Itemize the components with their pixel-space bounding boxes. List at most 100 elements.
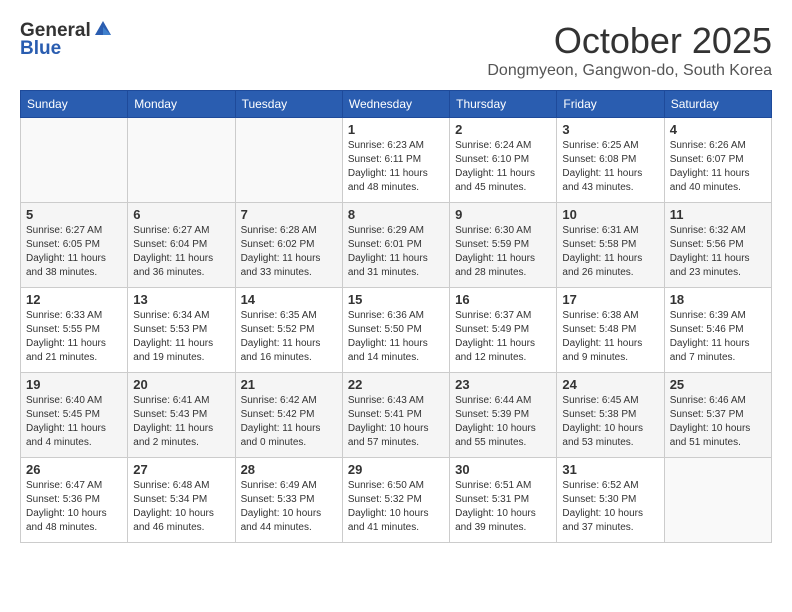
day-number: 23 xyxy=(455,377,551,392)
weekday-header-monday: Monday xyxy=(128,91,235,118)
day-info: Sunrise: 6:44 AM Sunset: 5:39 PM Dayligh… xyxy=(455,394,551,450)
day-info: Sunrise: 6:30 AM Sunset: 5:59 PM Dayligh… xyxy=(455,224,551,280)
calendar-cell: 17 Sunrise: 6:38 AM Sunset: 5:48 PM Dayli… xyxy=(557,288,664,373)
calendar-cell: 22 Sunrise: 6:43 AM Sunset: 5:41 PM Dayli… xyxy=(342,373,449,458)
month-title: October 2025 xyxy=(487,20,772,62)
day-info: Sunrise: 6:41 AM Sunset: 5:43 PM Dayligh… xyxy=(133,394,229,450)
day-number: 22 xyxy=(348,377,444,392)
day-info: Sunrise: 6:35 AM Sunset: 5:52 PM Dayligh… xyxy=(241,309,337,365)
calendar-cell: 24 Sunrise: 6:45 AM Sunset: 5:38 PM Dayli… xyxy=(557,373,664,458)
day-info: Sunrise: 6:45 AM Sunset: 5:38 PM Dayligh… xyxy=(562,394,658,450)
day-number: 26 xyxy=(26,462,122,477)
day-info: Sunrise: 6:50 AM Sunset: 5:32 PM Dayligh… xyxy=(348,479,444,535)
day-info: Sunrise: 6:24 AM Sunset: 6:10 PM Dayligh… xyxy=(455,139,551,195)
day-info: Sunrise: 6:32 AM Sunset: 5:56 PM Dayligh… xyxy=(670,224,766,280)
calendar-cell: 28 Sunrise: 6:49 AM Sunset: 5:33 PM Dayli… xyxy=(235,458,342,543)
day-number: 19 xyxy=(26,377,122,392)
logo-blue-text: Blue xyxy=(20,38,61,60)
day-number: 2 xyxy=(455,122,551,137)
day-info: Sunrise: 6:49 AM Sunset: 5:33 PM Dayligh… xyxy=(241,479,337,535)
title-area: October 2025 Dongmyeon, Gangwon-do, Sout… xyxy=(487,20,772,80)
calendar-cell: 5 Sunrise: 6:27 AM Sunset: 6:05 PM Daylig… xyxy=(21,203,128,288)
calendar-cell: 30Sunrise: 6:51 AM Sunset: 5:31 PM Dayli… xyxy=(450,458,557,543)
calendar-cell: 21 Sunrise: 6:42 AM Sunset: 5:42 PM Dayli… xyxy=(235,373,342,458)
location-text: Dongmyeon, Gangwon-do, South Korea xyxy=(487,62,772,80)
day-info: Sunrise: 6:23 AM Sunset: 6:11 PM Dayligh… xyxy=(348,139,444,195)
calendar-cell: 26 Sunrise: 6:47 AM Sunset: 5:36 PM Dayli… xyxy=(21,458,128,543)
day-number: 13 xyxy=(133,292,229,307)
calendar-cell: 13 Sunrise: 6:34 AM Sunset: 5:53 PM Dayli… xyxy=(128,288,235,373)
day-info: Sunrise: 6:34 AM Sunset: 5:53 PM Dayligh… xyxy=(133,309,229,365)
calendar-cell: 14 Sunrise: 6:35 AM Sunset: 5:52 PM Dayli… xyxy=(235,288,342,373)
day-info: Sunrise: 6:27 AM Sunset: 6:05 PM Dayligh… xyxy=(26,224,122,280)
day-info: Sunrise: 6:25 AM Sunset: 6:08 PM Dayligh… xyxy=(562,139,658,195)
calendar-week-row: 5 Sunrise: 6:27 AM Sunset: 6:05 PM Daylig… xyxy=(21,203,772,288)
page-header: General Blue October 2025 Dongmyeon, Gan… xyxy=(20,20,772,80)
day-number: 27 xyxy=(133,462,229,477)
day-number: 31 xyxy=(562,462,658,477)
day-info: Sunrise: 6:46 AM Sunset: 5:37 PM Dayligh… xyxy=(670,394,766,450)
day-info: Sunrise: 6:28 AM Sunset: 6:02 PM Dayligh… xyxy=(241,224,337,280)
day-info: Sunrise: 6:33 AM Sunset: 5:55 PM Dayligh… xyxy=(26,309,122,365)
day-number: 30 xyxy=(455,462,551,477)
day-number: 10 xyxy=(562,207,658,222)
calendar-cell: 23 Sunrise: 6:44 AM Sunset: 5:39 PM Dayli… xyxy=(450,373,557,458)
calendar-header-row: SundayMondayTuesdayWednesdayThursdayFrid… xyxy=(21,91,772,118)
calendar-cell: 3Sunrise: 6:25 AM Sunset: 6:08 PM Daylig… xyxy=(557,118,664,203)
calendar-table: SundayMondayTuesdayWednesdayThursdayFrid… xyxy=(20,90,772,543)
day-number: 5 xyxy=(26,207,122,222)
calendar-cell: 18Sunrise: 6:39 AM Sunset: 5:46 PM Dayli… xyxy=(664,288,771,373)
calendar-cell: 6Sunrise: 6:27 AM Sunset: 6:04 PM Daylig… xyxy=(128,203,235,288)
day-number: 25 xyxy=(670,377,766,392)
day-number: 24 xyxy=(562,377,658,392)
day-number: 14 xyxy=(241,292,337,307)
weekday-header-tuesday: Tuesday xyxy=(235,91,342,118)
logo: General Blue xyxy=(20,20,113,60)
day-info: Sunrise: 6:29 AM Sunset: 6:01 PM Dayligh… xyxy=(348,224,444,280)
calendar-week-row: 26 Sunrise: 6:47 AM Sunset: 5:36 PM Dayli… xyxy=(21,458,772,543)
calendar-cell: 4Sunrise: 6:26 AM Sunset: 6:07 PM Daylig… xyxy=(664,118,771,203)
weekday-header-thursday: Thursday xyxy=(450,91,557,118)
calendar-cell: 12 Sunrise: 6:33 AM Sunset: 5:55 PM Dayli… xyxy=(21,288,128,373)
calendar-cell xyxy=(664,458,771,543)
calendar-cell: 15 Sunrise: 6:36 AM Sunset: 5:50 PM Dayli… xyxy=(342,288,449,373)
calendar-cell xyxy=(21,118,128,203)
day-info: Sunrise: 6:38 AM Sunset: 5:48 PM Dayligh… xyxy=(562,309,658,365)
calendar-cell: 31 Sunrise: 6:52 AM Sunset: 5:30 PM Dayli… xyxy=(557,458,664,543)
day-number: 7 xyxy=(241,207,337,222)
calendar-cell: 27 Sunrise: 6:48 AM Sunset: 5:34 PM Dayli… xyxy=(128,458,235,543)
day-number: 11 xyxy=(670,207,766,222)
calendar-cell: 11 Sunrise: 6:32 AM Sunset: 5:56 PM Dayli… xyxy=(664,203,771,288)
day-info: Sunrise: 6:36 AM Sunset: 5:50 PM Dayligh… xyxy=(348,309,444,365)
calendar-cell: 29Sunrise: 6:50 AM Sunset: 5:32 PM Dayli… xyxy=(342,458,449,543)
day-info: Sunrise: 6:37 AM Sunset: 5:49 PM Dayligh… xyxy=(455,309,551,365)
weekday-header-saturday: Saturday xyxy=(664,91,771,118)
day-number: 28 xyxy=(241,462,337,477)
day-info: Sunrise: 6:27 AM Sunset: 6:04 PM Dayligh… xyxy=(133,224,229,280)
logo-icon xyxy=(93,19,113,39)
day-number: 16 xyxy=(455,292,551,307)
day-number: 1 xyxy=(348,122,444,137)
weekday-header-wednesday: Wednesday xyxy=(342,91,449,118)
day-number: 4 xyxy=(670,122,766,137)
day-info: Sunrise: 6:48 AM Sunset: 5:34 PM Dayligh… xyxy=(133,479,229,535)
day-info: Sunrise: 6:40 AM Sunset: 5:45 PM Dayligh… xyxy=(26,394,122,450)
calendar-cell: 9Sunrise: 6:30 AM Sunset: 5:59 PM Daylig… xyxy=(450,203,557,288)
day-info: Sunrise: 6:43 AM Sunset: 5:41 PM Dayligh… xyxy=(348,394,444,450)
calendar-cell: 1 Sunrise: 6:23 AM Sunset: 6:11 PM Daylig… xyxy=(342,118,449,203)
day-number: 18 xyxy=(670,292,766,307)
weekday-header-friday: Friday xyxy=(557,91,664,118)
day-info: Sunrise: 6:42 AM Sunset: 5:42 PM Dayligh… xyxy=(241,394,337,450)
day-info: Sunrise: 6:52 AM Sunset: 5:30 PM Dayligh… xyxy=(562,479,658,535)
calendar-week-row: 1 Sunrise: 6:23 AM Sunset: 6:11 PM Daylig… xyxy=(21,118,772,203)
calendar-cell xyxy=(235,118,342,203)
day-info: Sunrise: 6:47 AM Sunset: 5:36 PM Dayligh… xyxy=(26,479,122,535)
calendar-cell xyxy=(128,118,235,203)
day-number: 17 xyxy=(562,292,658,307)
day-number: 20 xyxy=(133,377,229,392)
day-number: 15 xyxy=(348,292,444,307)
calendar-cell: 19 Sunrise: 6:40 AM Sunset: 5:45 PM Dayli… xyxy=(21,373,128,458)
day-number: 12 xyxy=(26,292,122,307)
day-number: 8 xyxy=(348,207,444,222)
day-number: 21 xyxy=(241,377,337,392)
